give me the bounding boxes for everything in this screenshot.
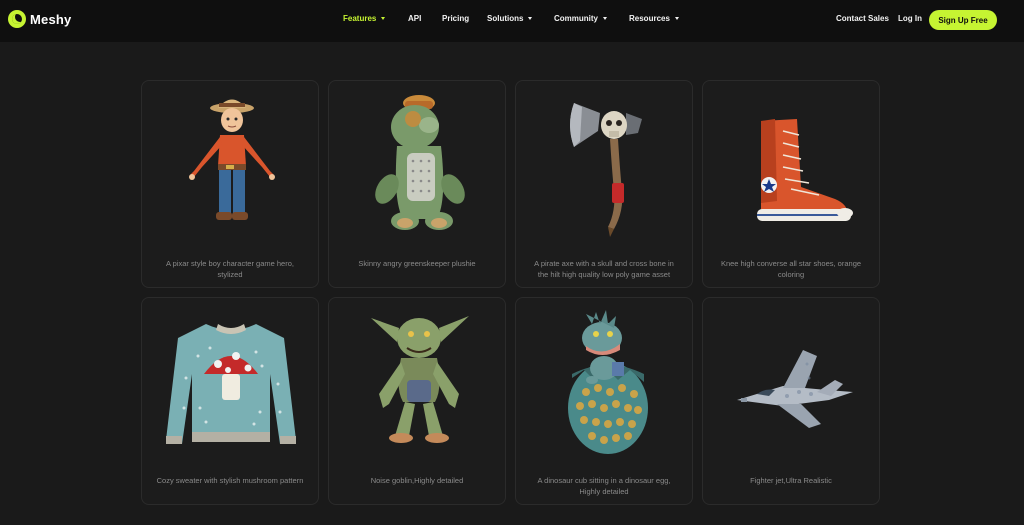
gallery-card[interactable]: Knee high converse all star shoes, orang… — [702, 80, 880, 288]
nav-item-solutions[interactable]: Solutions — [487, 14, 533, 23]
gallery-card[interactable]: A dinosaur cub sitting in a dinosaur egg… — [515, 297, 693, 505]
boy-character-model-icon — [189, 99, 275, 220]
nav-item-features[interactable]: Features — [343, 14, 386, 23]
nav-item-pricing[interactable]: Pricing — [442, 14, 469, 23]
card-caption: Noise goblin,Highly detailed — [370, 476, 464, 485]
nav-item-label: Resources — [629, 14, 670, 23]
nav-item-label: Community — [554, 14, 598, 23]
contact-sales-link[interactable]: Contact Sales — [836, 14, 889, 23]
plushie-model-icon — [375, 95, 465, 230]
gallery-card[interactable]: Skinny angry greenskeeper plushie — [328, 80, 506, 288]
card-caption: A pirate axe with a skull and cross bone… — [534, 259, 674, 279]
card-caption: A pixar style boy character game hero, s… — [166, 259, 294, 279]
nav-item-label: Features — [343, 14, 377, 23]
nav-item-api[interactable]: API — [408, 14, 421, 23]
pirate-axe-model-icon — [570, 103, 642, 237]
gallery-card[interactable]: Noise goblin,Highly detailed — [328, 297, 506, 505]
gallery-card[interactable]: Cozy sweater with stylish mushroom patte… — [141, 297, 319, 505]
contact-sales-label: Contact Sales — [836, 14, 889, 23]
nav-item-community[interactable]: Community — [554, 14, 607, 23]
nav-item-resources[interactable]: Resources — [629, 14, 679, 23]
gallery-card[interactable]: Fighter jet,Ultra Realistic — [702, 297, 880, 505]
card-caption: Fighter jet,Ultra Realistic — [750, 476, 832, 485]
nav-item-label: API — [408, 14, 422, 23]
chevron-down-icon — [674, 17, 679, 20]
card-caption: A dinosaur cub sitting in a dinosaur egg… — [537, 476, 671, 496]
goblin-model-icon — [371, 316, 469, 443]
card-caption: Skinny angry greenskeeper plushie — [358, 259, 476, 268]
card-caption: Knee high converse all star shoes, orang… — [720, 259, 862, 279]
mushroom-sweater-model-icon — [166, 324, 296, 444]
chevron-down-icon — [381, 17, 386, 20]
sign-up-button[interactable]: Sign Up Free — [929, 10, 997, 30]
fighter-jet-model-icon — [737, 350, 853, 428]
main-nav: Features API Pricing Solutions Community… — [0, 0, 1024, 42]
top-navigation-bar: Meshy Features API Pricing Solutions Com… — [0, 0, 1024, 42]
dinosaur-egg-model-icon — [568, 310, 648, 454]
nav-item-label: Pricing — [442, 14, 470, 23]
login-label: Log In — [898, 14, 922, 23]
card-caption: Cozy sweater with stylish mushroom patte… — [156, 476, 304, 485]
chevron-down-icon — [528, 17, 533, 20]
chevron-down-icon — [603, 17, 607, 20]
nav-item-label: Solutions — [487, 14, 524, 23]
gallery-card[interactable]: A pirate axe with a skull and cross bone… — [515, 80, 693, 288]
login-link[interactable]: Log In — [898, 14, 922, 23]
gallery-card[interactable]: A pixar style boy character game hero, s… — [141, 80, 319, 288]
converse-shoe-model-icon — [757, 119, 853, 221]
